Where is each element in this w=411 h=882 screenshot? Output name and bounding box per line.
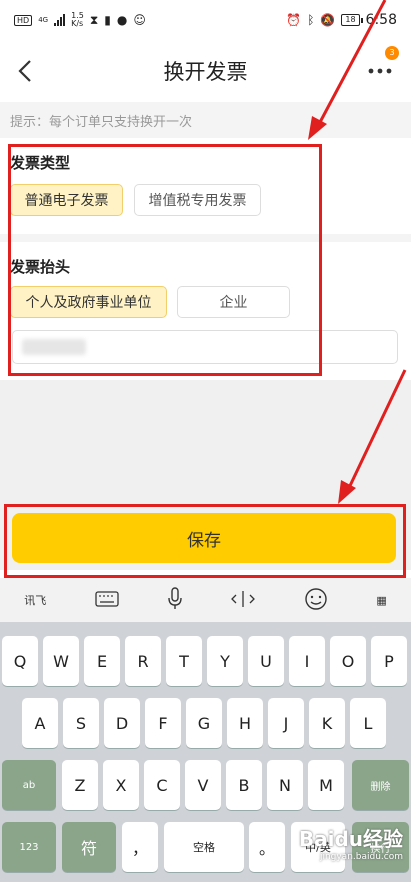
- key-r[interactable]: R: [125, 636, 161, 686]
- mute-icon: 🔕: [320, 13, 336, 27]
- key-y[interactable]: Y: [207, 636, 243, 686]
- key-m[interactable]: M: [308, 760, 344, 810]
- period-key[interactable]: 。: [249, 822, 285, 872]
- hd-badge: HD: [14, 14, 33, 26]
- key-e[interactable]: E: [84, 636, 120, 686]
- key-j[interactable]: J: [268, 698, 304, 748]
- key-n[interactable]: N: [267, 760, 303, 810]
- key-v[interactable]: V: [185, 760, 221, 810]
- key-s[interactable]: S: [63, 698, 99, 748]
- page-title: 换开发票: [163, 60, 248, 84]
- keyboard-toolbar: 讯飞 ▦: [0, 578, 411, 622]
- clock: 6:58: [365, 12, 397, 28]
- ifly-logo[interactable]: 讯飞: [24, 592, 46, 608]
- key-x[interactable]: X: [103, 760, 139, 810]
- bluetooth-icon: ᛒ: [307, 13, 315, 27]
- alert-icon: ▮: [104, 13, 111, 27]
- hourglass-icon: ⧗: [89, 12, 99, 27]
- key-a[interactable]: A: [22, 698, 58, 748]
- key-c[interactable]: C: [144, 760, 180, 810]
- net-speed: 1.5 K/s: [71, 11, 84, 28]
- net-type: 4G: [38, 16, 49, 24]
- key-w[interactable]: W: [43, 636, 79, 686]
- watermark: Baidu经验 jingyan.baidu.com: [299, 823, 403, 862]
- emoji-icon[interactable]: [304, 587, 328, 614]
- nav-bar: 换开发票: [0, 40, 411, 102]
- qq-icon: ●: [116, 13, 128, 27]
- number-key[interactable]: 123: [2, 822, 56, 872]
- symbol-key[interactable]: 符: [62, 822, 116, 872]
- comma-key[interactable]: ，: [122, 822, 158, 872]
- key-i[interactable]: I: [289, 636, 325, 686]
- key-f[interactable]: F: [145, 698, 181, 748]
- delete-key[interactable]: 删除: [352, 760, 409, 810]
- key-z[interactable]: Z: [62, 760, 98, 810]
- key-b[interactable]: B: [226, 760, 262, 810]
- watermark-logo: Baidu经验: [298, 827, 403, 851]
- key-d[interactable]: D: [104, 698, 140, 748]
- space-key[interactable]: 空格: [164, 822, 244, 872]
- key-q[interactable]: Q: [2, 636, 38, 686]
- key-k[interactable]: K: [309, 698, 345, 748]
- key-h[interactable]: H: [227, 698, 263, 748]
- notification-badge: 3: [385, 46, 399, 60]
- cursor-icon[interactable]: [231, 589, 256, 612]
- key-u[interactable]: U: [248, 636, 284, 686]
- battery-icon: 18: [341, 14, 363, 26]
- keyboard-icon[interactable]: [94, 590, 119, 610]
- alarm-icon: ⏰: [286, 13, 302, 27]
- signal-icon: [54, 14, 66, 26]
- mascot-icon: ☺: [133, 13, 146, 27]
- key-g[interactable]: G: [186, 698, 222, 748]
- chevron-left-icon: [18, 60, 31, 82]
- more-icon: [368, 68, 392, 74]
- hint-text: 提示：每个订单只支持换开一次: [0, 102, 411, 138]
- back-button[interactable]: [8, 53, 44, 89]
- annotation-box-options: [8, 144, 322, 376]
- watermark-url: jingyan.baidu.com: [319, 852, 403, 862]
- annotation-box-save: [4, 504, 406, 578]
- key-p[interactable]: P: [371, 636, 407, 686]
- key-t[interactable]: T: [166, 636, 202, 686]
- trad-toggle-icon[interactable]: ▦: [376, 594, 386, 607]
- microphone-icon[interactable]: [167, 586, 183, 614]
- status-bar: HD 4G 1.5 K/s ⧗ ▮ ● ☺ ⏰ ᛒ 🔕 18 6:58: [0, 0, 411, 40]
- key-l[interactable]: L: [350, 698, 386, 748]
- shift-key[interactable]: ab: [2, 760, 56, 810]
- key-o[interactable]: O: [330, 636, 366, 686]
